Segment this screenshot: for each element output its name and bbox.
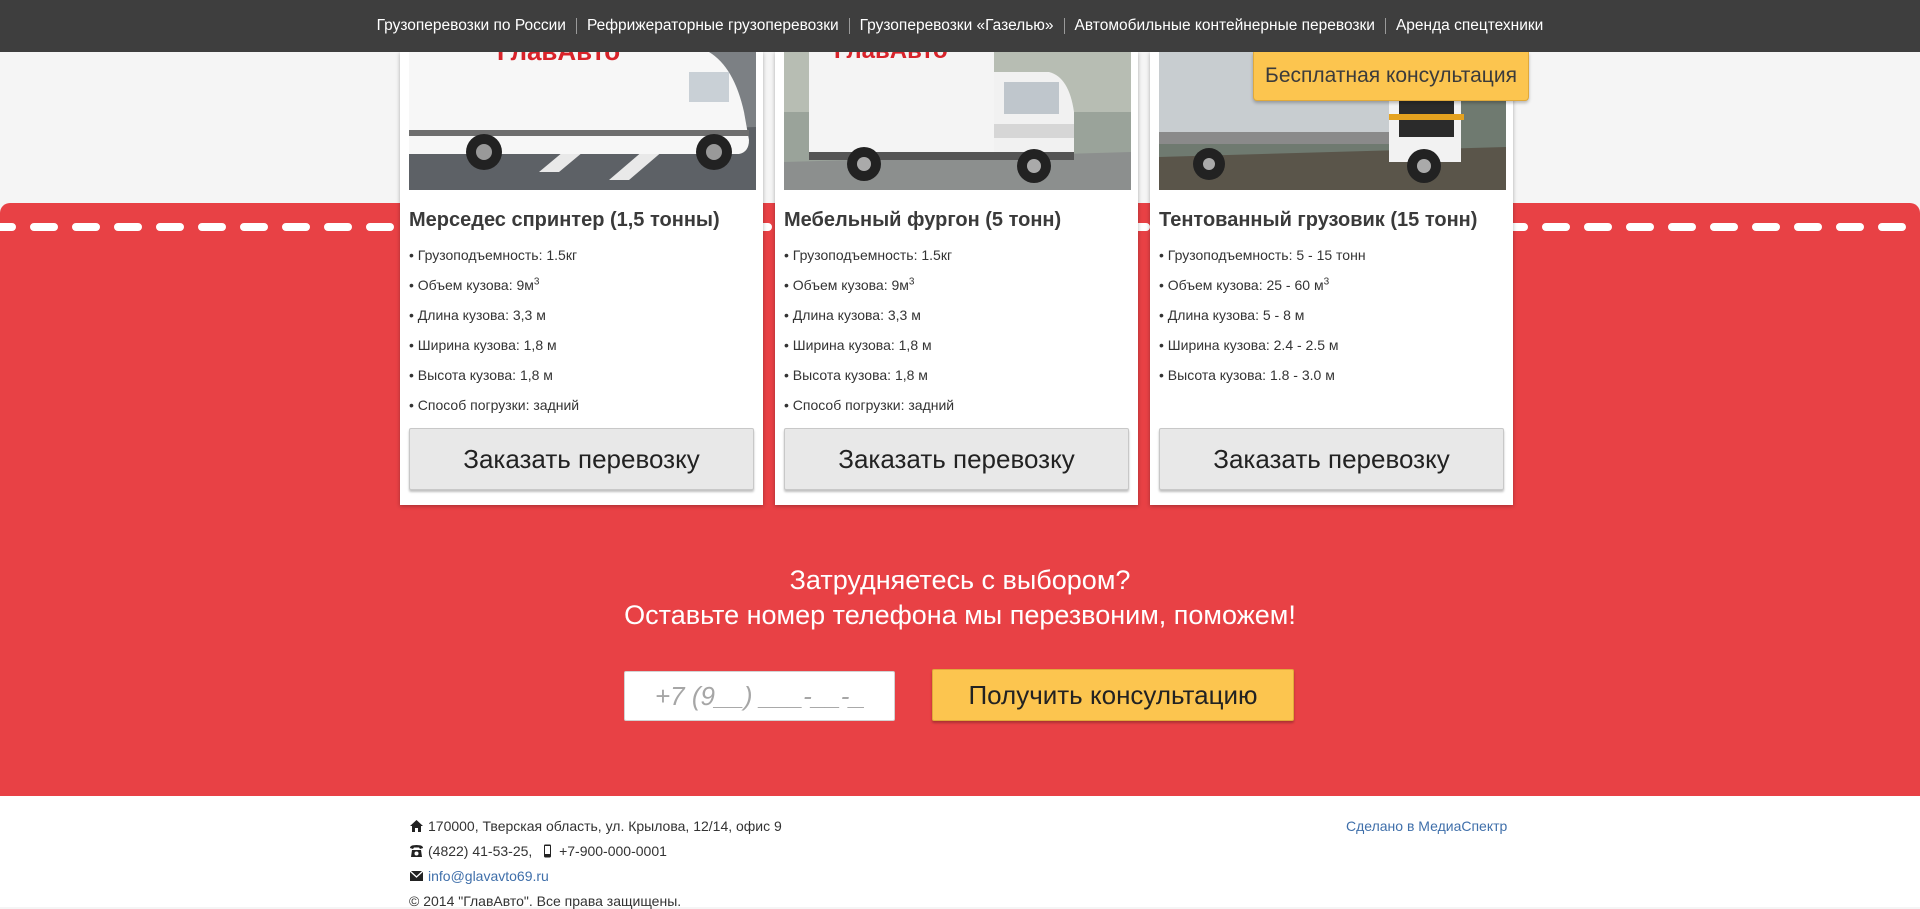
vehicle-title: Тентованный грузовик (15 тонн) <box>1159 209 1478 231</box>
spec-length: • Длина кузова: 3,3 м <box>409 307 546 323</box>
spec-height: • Высота кузова: 1,8 м <box>409 367 553 383</box>
email-link[interactable]: info@glavavto69.ru <box>428 868 549 884</box>
logo-text-glavavto: ГлавАвто <box>497 52 620 66</box>
order-transport-button[interactable]: Заказать перевозку <box>409 428 754 490</box>
spec-height: • Высота кузова: 1.8 - 3.0 м <box>1159 367 1335 383</box>
vehicle-photo-sprinter: ГлавАвто <box>409 52 756 190</box>
phone-input[interactable] <box>624 671 895 721</box>
spec-height: • Высота кузова: 1,8 м <box>784 367 928 383</box>
nav-menu: Грузоперевозки по России Рефрижераторные… <box>367 17 1554 35</box>
vehicle-card-sprinter: ГлавАвто Мерседес спринтер (1,5 тонны) •… <box>400 52 763 505</box>
nav-item-gazelle[interactable]: Грузоперевозки «Газелью» <box>850 17 1064 35</box>
vehicle-card-furniture-van: ГлавАвто Мебельный фургон (5 тонн) • Гру… <box>775 52 1138 505</box>
spec-volume: • Объем кузова: 25 - 60 м3 <box>1159 276 1330 293</box>
logo-text-glavavto: ГлавАвто <box>834 52 948 64</box>
nav-item-russia[interactable]: Грузоперевозки по России <box>367 17 576 35</box>
spec-capacity: • Грузоподъемность: 1.5кг <box>784 247 953 263</box>
spec-length: • Длина кузова: 5 - 8 м <box>1159 307 1305 323</box>
footer: 170000, Тверская область, ул. Крылова, 1… <box>0 796 1920 909</box>
get-consultation-button[interactable]: Получить консультацию <box>932 669 1294 721</box>
order-transport-button[interactable]: Заказать перевозку <box>784 428 1129 490</box>
spec-length: • Длина кузова: 3,3 м <box>784 307 921 323</box>
vehicle-title: Мерседес спринтер (1,5 тонны) <box>409 209 720 231</box>
phone-icon <box>410 845 423 857</box>
vehicle-title: Мебельный фургон (5 тонн) <box>784 209 1062 231</box>
footer-address: 170000, Тверская область, ул. Крылова, 1… <box>409 818 782 834</box>
vehicle-card-tent-truck: Тентованный грузовик (15 тонн) • Грузопо… <box>1150 52 1513 505</box>
top-navigation: Грузоперевозки по России Рефрижераторные… <box>0 0 1920 52</box>
spec-width: • Ширина кузова: 1,8 м <box>784 337 932 353</box>
envelope-icon <box>409 870 424 881</box>
cta-subtitle: Оставьте номер телефона мы перезвоним, п… <box>624 600 1296 630</box>
developer-credit-link[interactable]: Сделано в МедиаСпектр <box>1346 818 1507 834</box>
spec-capacity: • Грузоподъемность: 5 - 15 тонн <box>1159 247 1366 263</box>
spec-width: • Ширина кузова: 1,8 м <box>409 337 557 353</box>
spec-list: • Грузоподъемность: 1.5кг • Объем кузова… <box>409 240 579 420</box>
order-transport-button[interactable]: Заказать перевозку <box>1159 428 1504 490</box>
vehicle-photo-furniture-van: ГлавАвто <box>784 52 1131 190</box>
home-icon <box>410 820 423 832</box>
nav-item-container[interactable]: Автомобильные контейнерные перевозки <box>1065 17 1385 35</box>
nav-item-refrigerator[interactable]: Рефрижераторные грузоперевозки <box>577 17 849 35</box>
spec-volume: • Объем кузова: 9м3 <box>784 276 915 293</box>
free-consultation-button[interactable]: Бесплатная консультация <box>1253 52 1529 101</box>
spec-capacity: • Грузоподъемность: 1.5кг <box>409 247 578 263</box>
nav-item-equipment-rental[interactable]: Аренда спецтехники <box>1386 17 1553 35</box>
spec-volume: • Объем кузова: 9м3 <box>409 276 540 293</box>
spec-loading: • Способ погрузки: задний <box>409 397 580 413</box>
mobile-phone-icon <box>544 844 552 858</box>
footer-email: info@glavavto69.ru <box>409 868 549 884</box>
spec-list: • Грузоподъемность: 5 - 15 тонн • Объем … <box>1159 240 1366 390</box>
cta-question: Затрудняетесь с выбором? <box>789 565 1131 595</box>
spec-width: • Ширина кузова: 2.4 - 2.5 м <box>1159 337 1339 353</box>
footer-phones: (4822) 41-53-25, +7-900-000-0001 <box>409 843 667 859</box>
spec-loading: • Способ погрузки: задний <box>784 397 955 413</box>
spec-list: • Грузоподъемность: 1.5кг • Объем кузова… <box>784 240 954 420</box>
